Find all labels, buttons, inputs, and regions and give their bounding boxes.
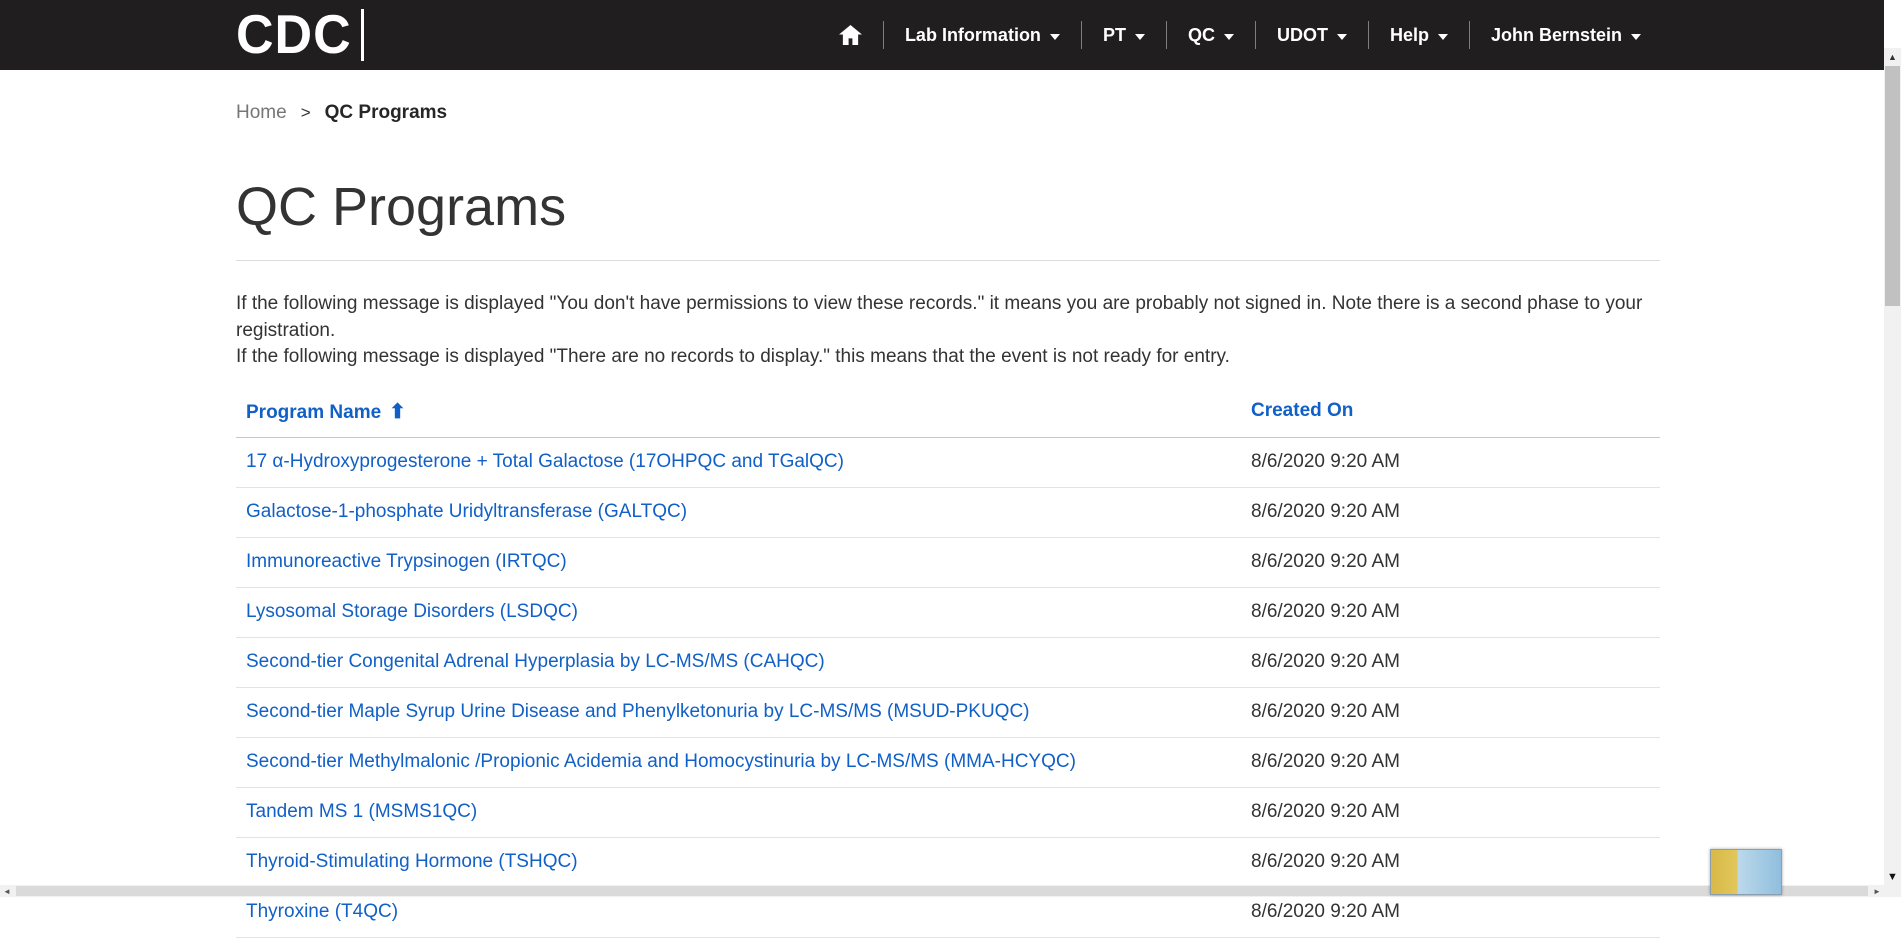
main-content: Home > QC Programs QC Programs If the fo…	[236, 70, 1660, 938]
program-link[interactable]: Second-tier Congenital Adrenal Hyperplas…	[246, 651, 825, 672]
program-name-cell: Tandem MS 1 (MSMS1QC)	[236, 787, 1251, 837]
program-link[interactable]: Galactose-1-phosphate Uridyltransferase …	[246, 501, 687, 522]
intro-line-1: If the following message is displayed "Y…	[236, 291, 1660, 344]
created-on-cell: 8/6/2020 9:20 AM	[1251, 487, 1660, 537]
program-name-cell: Second-tier Congenital Adrenal Hyperplas…	[236, 637, 1251, 687]
caret-down-icon	[1224, 34, 1234, 40]
vertical-scrollbar-thumb[interactable]	[1885, 66, 1900, 306]
page-title: QC Programs	[236, 178, 1660, 236]
program-link[interactable]: Lysosomal Storage Disorders (LSDQC)	[246, 601, 578, 622]
sort-created-on-link[interactable]: Created On	[1251, 400, 1353, 421]
created-on-cell: 8/6/2020 9:20 AM	[1251, 637, 1660, 687]
scroll-right-icon[interactable]: ►	[1870, 885, 1884, 897]
table-row: Galactose-1-phosphate Uridyltransferase …	[236, 487, 1660, 537]
created-on-cell: 8/6/2020 9:20 AM	[1251, 837, 1660, 887]
program-name-cell: Thyroid-Stimulating Hormone (TSHQC)	[236, 837, 1251, 887]
program-name-cell: Second-tier Methylmalonic /Propionic Aci…	[236, 737, 1251, 787]
nav-menu: Lab Information PT QC UDOT Help John Ber…	[818, 21, 1662, 49]
top-navbar: CDC Lab Information PT QC UDOT	[0, 0, 1884, 70]
table-row: Second-tier Congenital Adrenal Hyperplas…	[236, 637, 1660, 687]
program-link[interactable]: Second-tier Methylmalonic /Propionic Aci…	[246, 751, 1076, 772]
column-header-program-name: Program Name ⬆	[236, 386, 1251, 438]
nav-user-menu[interactable]: John Bernstein	[1470, 25, 1662, 46]
table-row: Second-tier Methylmalonic /Propionic Aci…	[236, 737, 1660, 787]
title-divider	[236, 260, 1660, 261]
floating-thumbnail[interactable]	[1710, 849, 1782, 895]
nav-pt[interactable]: PT	[1082, 25, 1166, 46]
column-header-created-on: Created On	[1251, 386, 1660, 438]
sort-program-name-link[interactable]: Program Name ⬆	[246, 402, 406, 423]
table-row: Second-tier Maple Syrup Urine Disease an…	[236, 687, 1660, 737]
nav-qc[interactable]: QC	[1167, 25, 1255, 46]
home-icon	[839, 25, 862, 46]
created-on-cell: 8/6/2020 9:20 AM	[1251, 787, 1660, 837]
caret-down-icon	[1438, 34, 1448, 40]
breadcrumb: Home > QC Programs	[236, 102, 1660, 124]
cdc-logo-text: CDC	[236, 7, 352, 62]
breadcrumb-separator: >	[301, 103, 311, 123]
caret-down-icon	[1135, 34, 1145, 40]
caret-down-icon	[1337, 34, 1347, 40]
table-header-row: Program Name ⬆ Created On	[236, 386, 1660, 438]
program-link[interactable]: 17 α-Hydroxyprogesterone + Total Galacto…	[246, 451, 844, 472]
program-name-cell: Immunoreactive Trypsinogen (IRTQC)	[236, 537, 1251, 587]
scroll-up-icon[interactable]: ▲	[1884, 48, 1901, 65]
cdc-logo-bar	[361, 9, 364, 61]
column-label: Program Name	[246, 402, 381, 423]
table-row: Immunoreactive Trypsinogen (IRTQC) 8/6/2…	[236, 537, 1660, 587]
program-name-cell: Second-tier Maple Syrup Urine Disease an…	[236, 687, 1251, 737]
breadcrumb-home-link[interactable]: Home	[236, 102, 287, 124]
scroll-left-icon[interactable]: ◄	[0, 885, 14, 897]
qc-programs-table: Program Name ⬆ Created On 17 α-Hydroxypro…	[236, 386, 1660, 938]
nav-item-label: Help	[1390, 25, 1429, 46]
created-on-cell: 8/6/2020 9:20 AM	[1251, 587, 1660, 637]
created-on-cell: 8/6/2020 9:20 AM	[1251, 737, 1660, 787]
table-row: Lysosomal Storage Disorders (LSDQC) 8/6/…	[236, 587, 1660, 637]
sort-ascending-icon: ⬆	[389, 401, 406, 423]
vertical-scrollbar[interactable]: ▲ ▼	[1884, 48, 1901, 885]
horizontal-scrollbar-thumb[interactable]	[16, 886, 1868, 896]
nav-lab-information[interactable]: Lab Information	[884, 25, 1081, 46]
table-body: 17 α-Hydroxyprogesterone + Total Galacto…	[236, 437, 1660, 937]
created-on-cell: 8/6/2020 9:20 AM	[1251, 437, 1660, 487]
table-row: Thyroid-Stimulating Hormone (TSHQC) 8/6/…	[236, 837, 1660, 887]
caret-down-icon	[1631, 34, 1641, 40]
program-link[interactable]: Immunoreactive Trypsinogen (IRTQC)	[246, 551, 567, 572]
created-on-cell: 8/6/2020 9:20 AM	[1251, 687, 1660, 737]
breadcrumb-current: QC Programs	[325, 102, 447, 124]
program-name-cell: Galactose-1-phosphate Uridyltransferase …	[236, 487, 1251, 537]
nav-home[interactable]	[818, 25, 883, 46]
nav-item-label: UDOT	[1277, 25, 1328, 46]
nav-help[interactable]: Help	[1369, 25, 1469, 46]
caret-down-icon	[1050, 34, 1060, 40]
nav-user-label: John Bernstein	[1491, 25, 1622, 46]
created-on-cell: 8/6/2020 9:20 AM	[1251, 537, 1660, 587]
program-link[interactable]: Thyroid-Stimulating Hormone (TSHQC)	[246, 851, 578, 872]
cdc-logo[interactable]: CDC	[236, 9, 364, 61]
intro-text: If the following message is displayed "Y…	[236, 291, 1660, 371]
scroll-down-icon[interactable]: ▼	[1884, 868, 1901, 885]
table-row: Tandem MS 1 (MSMS1QC) 8/6/2020 9:20 AM	[236, 787, 1660, 837]
program-link[interactable]: Thyroxine (T4QC)	[246, 901, 398, 922]
program-name-cell: Lysosomal Storage Disorders (LSDQC)	[236, 587, 1251, 637]
nav-udot[interactable]: UDOT	[1256, 25, 1368, 46]
program-link[interactable]: Tandem MS 1 (MSMS1QC)	[246, 801, 477, 822]
nav-item-label: PT	[1103, 25, 1126, 46]
scrollbar-corner	[1884, 885, 1901, 897]
program-link[interactable]: Second-tier Maple Syrup Urine Disease an…	[246, 701, 1030, 722]
horizontal-scrollbar[interactable]: ◄ ►	[0, 885, 1884, 897]
intro-line-2: If the following message is displayed "T…	[236, 344, 1660, 371]
nav-item-label: QC	[1188, 25, 1215, 46]
program-name-cell: 17 α-Hydroxyprogesterone + Total Galacto…	[236, 437, 1251, 487]
table-row: 17 α-Hydroxyprogesterone + Total Galacto…	[236, 437, 1660, 487]
nav-item-label: Lab Information	[905, 25, 1041, 46]
